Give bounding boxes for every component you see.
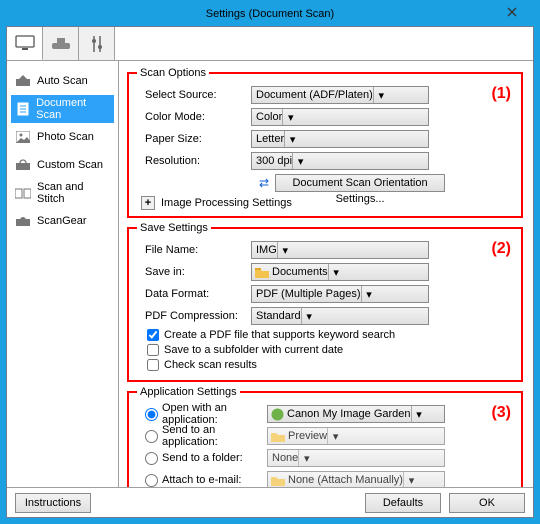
color-mode-dropdown[interactable]: Color▾: [251, 108, 429, 126]
chevron-down-icon: ▾: [327, 428, 343, 444]
main-panel: Scan Options (1) Select Source: Document…: [119, 61, 533, 487]
file-name-combo[interactable]: IMG▾: [251, 241, 429, 259]
close-icon: [507, 7, 517, 17]
pdf-compression-label: PDF Compression:: [137, 310, 251, 322]
stitch-icon: [15, 186, 31, 200]
section-1-badge: (1): [491, 85, 511, 103]
document-icon: [15, 102, 30, 116]
app-settings-legend: Application Settings: [137, 386, 240, 398]
send-app-radio[interactable]: Send to an application:: [137, 424, 267, 448]
pdf-compression-dropdown[interactable]: Standard▾: [251, 307, 429, 325]
section-3-badge: (3): [491, 404, 511, 422]
attach-email-dropdown[interactable]: None (Attach Manually)▾: [267, 471, 445, 487]
tab-preferences[interactable]: [79, 27, 115, 60]
defaults-button[interactable]: Defaults: [365, 493, 441, 513]
tab-from-computer[interactable]: [7, 27, 43, 60]
keyword-search-check[interactable]: Create a PDF file that supports keyword …: [147, 329, 513, 341]
chevron-down-icon: ▾: [284, 131, 300, 147]
auto-icon: [15, 74, 31, 88]
sidebar-item-scan-stitch[interactable]: Scan and Stitch: [11, 179, 114, 207]
chevron-down-icon: ▾: [282, 109, 298, 125]
instructions-button[interactable]: Instructions: [15, 493, 91, 513]
chevron-down-icon: ▾: [298, 450, 314, 466]
swap-icon[interactable]: ⇄: [259, 176, 269, 190]
keyword-search-checkbox[interactable]: [147, 329, 159, 341]
folder-icon: [255, 266, 269, 278]
sidebar-item-photo-scan[interactable]: Photo Scan: [11, 123, 114, 151]
save-in-label: Save in:: [137, 266, 251, 278]
window-title: Settings (Document Scan): [206, 8, 334, 20]
app-settings-section: Application Settings (3) Open with an ap…: [127, 386, 523, 487]
save-settings-legend: Save Settings: [137, 222, 211, 234]
chevron-down-icon: ▾: [301, 308, 317, 324]
sidebar-item-label: Scan and Stitch: [37, 181, 110, 205]
chevron-down-icon: ▾: [277, 242, 293, 258]
window-body: Auto Scan Document Scan Photo Scan Custo…: [6, 26, 534, 518]
sidebar-item-auto-scan[interactable]: Auto Scan: [11, 67, 114, 95]
ok-button[interactable]: OK: [449, 493, 525, 513]
send-folder-radio[interactable]: Send to a folder:: [137, 452, 267, 465]
folder-icon: [271, 474, 285, 486]
scan-options-section: Scan Options (1) Select Source: Document…: [127, 67, 523, 218]
data-format-label: Data Format:: [137, 288, 251, 300]
open-app-dropdown[interactable]: Canon My Image Garden▾: [267, 405, 445, 423]
sidebar-item-scangear[interactable]: ScanGear: [11, 207, 114, 235]
section-2-badge: (2): [491, 240, 511, 258]
sidebar-item-label: Auto Scan: [37, 75, 88, 87]
top-tabbar: [7, 27, 533, 61]
chevron-down-icon: ▾: [403, 472, 419, 487]
select-source-label: Select Source:: [137, 89, 251, 101]
check-results-check[interactable]: Check scan results: [147, 359, 513, 371]
subfolder-checkbox[interactable]: [147, 344, 159, 356]
subfolder-check[interactable]: Save to a subfolder with current date: [147, 344, 513, 356]
color-mode-label: Color Mode:: [137, 111, 251, 123]
check-results-checkbox[interactable]: [147, 359, 159, 371]
orientation-settings-button[interactable]: Document Scan Orientation Settings...: [275, 174, 445, 192]
footer: Instructions Defaults OK: [7, 487, 533, 517]
sidebar-item-label: ScanGear: [37, 215, 87, 227]
folder-icon: [271, 430, 285, 442]
chevron-down-icon: ▾: [292, 153, 308, 169]
sliders-icon: [90, 35, 104, 53]
open-app-radio[interactable]: Open with an application:: [137, 402, 267, 426]
save-in-dropdown[interactable]: Documents▾: [251, 263, 429, 281]
paper-size-dropdown[interactable]: Letter▾: [251, 130, 429, 148]
file-name-label: File Name:: [137, 244, 251, 256]
data-format-dropdown[interactable]: PDF (Multiple Pages)▾: [251, 285, 429, 303]
select-source-dropdown[interactable]: Document (ADF/Platen)▾: [251, 86, 429, 104]
save-settings-section: Save Settings (2) File Name: IMG▾ Save i…: [127, 222, 523, 382]
attach-email-radio[interactable]: Attach to e-mail:: [137, 474, 267, 487]
resolution-dropdown[interactable]: 300 dpi▾: [251, 152, 429, 170]
custom-icon: [15, 158, 31, 172]
sidebar: Auto Scan Document Scan Photo Scan Custo…: [7, 61, 119, 487]
tab-from-scanner[interactable]: [43, 27, 79, 60]
sidebar-item-label: Document Scan: [36, 97, 110, 121]
scanner-icon: [51, 37, 71, 51]
sidebar-item-label: Custom Scan: [37, 159, 103, 171]
gear-icon: [15, 214, 31, 228]
app-icon: [271, 408, 284, 421]
paper-size-label: Paper Size:: [137, 133, 251, 145]
image-processing-expand[interactable]: + Image Processing Settings: [141, 196, 513, 210]
photo-icon: [15, 130, 31, 144]
image-processing-label: Image Processing Settings: [161, 197, 292, 209]
sidebar-item-document-scan[interactable]: Document Scan: [11, 95, 114, 123]
close-button[interactable]: [494, 3, 530, 21]
send-app-dropdown[interactable]: Preview▾: [267, 427, 445, 445]
send-folder-dropdown[interactable]: None▾: [267, 449, 445, 467]
sidebar-item-label: Photo Scan: [37, 131, 94, 143]
scan-options-legend: Scan Options: [137, 67, 209, 79]
chevron-down-icon: ▾: [411, 406, 427, 422]
sidebar-item-custom-scan[interactable]: Custom Scan: [11, 151, 114, 179]
chevron-down-icon: ▾: [328, 264, 344, 280]
title-bar: Settings (Document Scan): [6, 0, 534, 26]
monitor-icon: [15, 35, 35, 51]
chevron-down-icon: ▾: [361, 286, 377, 302]
chevron-down-icon: ▾: [373, 87, 389, 103]
resolution-label: Resolution:: [137, 155, 251, 167]
plus-icon: +: [141, 196, 155, 210]
